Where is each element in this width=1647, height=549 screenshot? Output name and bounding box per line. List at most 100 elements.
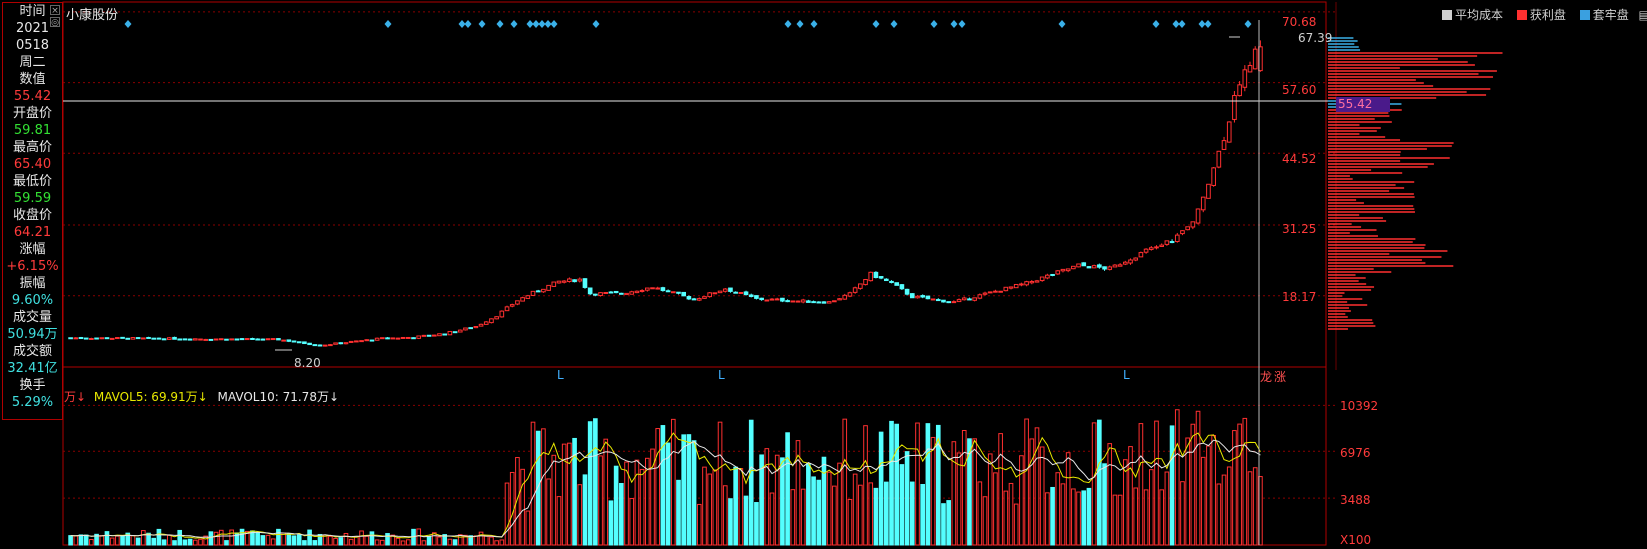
candle-body	[218, 338, 224, 341]
candle-body	[909, 293, 915, 299]
volume-bar	[416, 528, 422, 546]
info-value: 周二	[19, 55, 46, 70]
candle-body	[1008, 286, 1014, 289]
candle-body	[863, 279, 868, 286]
volume-bar	[852, 473, 858, 546]
candle-body	[307, 342, 312, 346]
candle-body	[359, 340, 364, 343]
candle-body	[390, 337, 396, 340]
candle-body	[541, 288, 546, 293]
candle-body	[691, 298, 697, 301]
candle-body	[166, 337, 172, 340]
volume-bar	[1060, 483, 1066, 546]
volume-bar	[229, 529, 234, 546]
volume-bar	[405, 539, 411, 546]
candle-body	[639, 289, 645, 292]
volume-bar	[613, 465, 619, 546]
candle-body	[146, 336, 151, 339]
volume-bar	[509, 471, 515, 546]
candle-body	[468, 327, 473, 330]
candle-body	[1252, 48, 1258, 70]
candle-body	[1045, 274, 1050, 279]
candle-body	[109, 337, 115, 340]
candle-body	[847, 292, 853, 297]
signal-diamond	[810, 20, 818, 28]
candle-body	[572, 279, 577, 283]
candle-body	[343, 342, 349, 345]
signal-diamond	[550, 20, 558, 28]
volume-bar	[296, 534, 302, 546]
candle-body	[208, 338, 214, 341]
volume-bar	[639, 468, 645, 546]
volume-bar	[348, 538, 354, 546]
candle-body	[187, 338, 193, 341]
volume-bar	[302, 540, 307, 546]
candle-body	[1206, 183, 1211, 199]
info-label: 开盘价	[12, 106, 52, 121]
candle-body	[525, 295, 531, 299]
candle-body	[130, 337, 136, 340]
chip-legend: 平均成本 获利盘 套牢盘 ▤	[1432, 6, 1647, 23]
volume-bar	[499, 539, 505, 546]
volume-bar	[826, 471, 832, 546]
signal-diamond	[464, 20, 472, 28]
volume-bar	[738, 468, 744, 546]
candle-body	[832, 300, 837, 303]
signal-diamond	[1244, 20, 1252, 28]
candle-body	[899, 284, 905, 290]
volume-bar	[712, 469, 718, 546]
volume-bar	[1013, 503, 1019, 546]
volume-bar	[426, 535, 432, 546]
candle-body	[598, 292, 603, 297]
candle-body	[738, 291, 744, 294]
info-value: 5.29%	[11, 395, 54, 410]
candle-body	[421, 334, 427, 337]
volume-bar	[1050, 486, 1055, 546]
volume-bar	[681, 434, 687, 546]
candle-body	[925, 295, 931, 300]
candle-body	[1154, 246, 1159, 249]
volume-bar	[520, 468, 525, 546]
candle-body	[650, 287, 655, 290]
kline-chart[interactable]	[0, 0, 1647, 549]
volume-bar	[99, 535, 105, 546]
candle-body	[328, 344, 333, 347]
volume-bar	[587, 421, 593, 546]
candle-body	[915, 295, 920, 299]
close-icon[interactable]: ×	[50, 5, 60, 16]
volume-bar	[676, 479, 681, 546]
candle-body	[806, 300, 811, 303]
candle-body	[702, 296, 707, 299]
export-icon[interactable]: ▤	[1639, 8, 1647, 22]
candle-body	[213, 338, 219, 341]
settings-icon[interactable]: ◎	[50, 17, 60, 28]
signal-diamond	[1152, 20, 1160, 28]
volume-bar	[452, 539, 458, 546]
volume-bar	[328, 535, 333, 546]
signal-diamond	[458, 20, 466, 28]
signal-diamond	[1198, 20, 1206, 28]
candle-body	[670, 291, 676, 294]
candle-body	[1180, 230, 1185, 235]
candle-body	[380, 337, 385, 340]
candle-body	[613, 290, 619, 294]
volume-bar	[437, 536, 442, 546]
candle-body	[1128, 259, 1133, 264]
info-label: 收盘价	[12, 208, 52, 223]
trapped-swatch	[1579, 10, 1590, 20]
candle-body	[1247, 65, 1253, 73]
volume-bar	[1055, 472, 1061, 546]
candle-body	[182, 338, 188, 341]
volume-bar	[691, 440, 697, 546]
signal-diamond	[1172, 20, 1180, 28]
candle-body	[515, 300, 520, 305]
volume-bar	[904, 451, 910, 546]
volume-axis-label: 3488	[1340, 493, 1371, 507]
candle-body	[717, 290, 723, 294]
candle-body	[1211, 167, 1216, 186]
volume-bar	[717, 421, 723, 546]
volume-bar	[291, 535, 297, 546]
volume-bar	[920, 484, 926, 546]
lhb-note: 龙涨	[1260, 370, 1287, 384]
volume-bar	[987, 453, 993, 546]
